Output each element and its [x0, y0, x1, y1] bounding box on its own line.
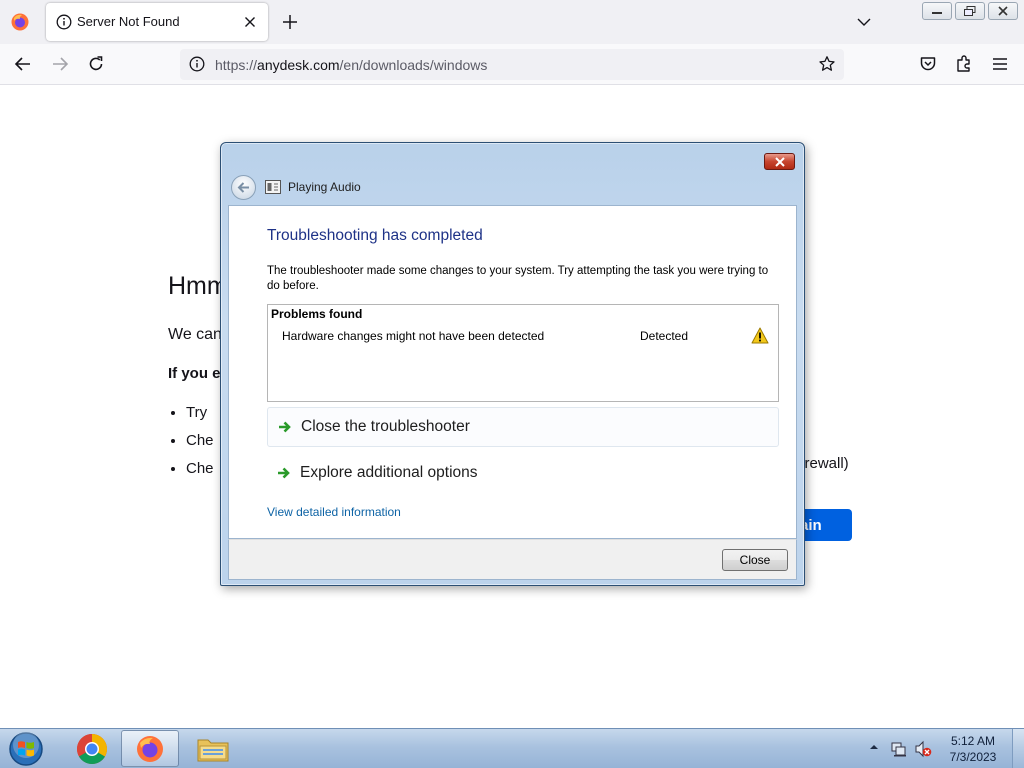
warning-icon: [751, 327, 769, 344]
plus-icon[interactable]: [281, 13, 299, 31]
clock-time: 5:12 AM: [950, 734, 996, 748]
taskbar: 5:12 AM 7/3/2023: [0, 728, 1024, 768]
info-icon[interactable]: [189, 56, 205, 72]
option-label: Explore additional options: [300, 464, 478, 481]
option-label: Close the troubleshooter: [301, 418, 470, 435]
tab-server-not-found[interactable]: Server Not Found: [46, 3, 268, 41]
suggestion-item: Che: [186, 427, 214, 455]
problem-status: Detected: [640, 329, 689, 343]
error-hint: If you e: [168, 365, 221, 382]
close-icon: [998, 6, 1008, 16]
green-arrow-icon: [278, 467, 290, 479]
error-description: We can: [168, 326, 222, 343]
dialog-content: Troubleshooting has completed The troubl…: [228, 205, 797, 539]
dialog-back-button[interactable]: [231, 175, 256, 200]
system-clock[interactable]: 5:12 AM 7/3/2023: [936, 733, 1010, 765]
url-text[interactable]: https://anydesk.com/en/downloads/windows: [215, 57, 487, 73]
url-host: anydesk.com: [257, 57, 340, 73]
hamburger-menu-icon[interactable]: [990, 54, 1010, 74]
window-close-button[interactable]: [988, 2, 1018, 20]
folder-icon: [197, 739, 229, 761]
restore-icon: [964, 6, 976, 16]
taskbar-chrome[interactable]: [63, 730, 121, 767]
taskbar-firefox[interactable]: [121, 730, 179, 767]
url-prefix: https://: [215, 57, 258, 73]
dialog-footer: Close: [228, 539, 797, 580]
tab-title: Server Not Found: [77, 14, 180, 29]
back-arrow-icon[interactable]: [13, 54, 33, 74]
suggestion-item: Che: [186, 455, 214, 483]
chrome-icon: [77, 733, 107, 764]
window-controls: [922, 2, 1018, 20]
close-troubleshooter-option[interactable]: Close the troubleshooter: [267, 407, 779, 447]
dialog-description: The troubleshooter made some changes to …: [267, 265, 769, 292]
close-icon[interactable]: [242, 14, 258, 30]
forward-arrow-icon[interactable]: [50, 54, 70, 74]
suggestion-item: Try: [186, 399, 214, 427]
firefox-icon[interactable]: [10, 12, 30, 32]
dialog-close-button[interactable]: [764, 153, 795, 170]
start-button[interactable]: [4, 730, 48, 768]
speaker-muted-icon[interactable]: [914, 740, 932, 758]
close-icon: [774, 156, 785, 167]
troubleshooter-dialog: Playing Audio Troubleshooting has comple…: [220, 142, 805, 586]
chevron-down-icon[interactable]: [856, 14, 872, 30]
windows-start-icon: [9, 732, 43, 766]
firefox-icon: [137, 735, 163, 762]
star-icon[interactable]: [818, 55, 836, 73]
address-bar[interactable]: https://anydesk.com/en/downloads/windows: [180, 49, 844, 80]
dialog-title: Playing Audio: [288, 180, 361, 194]
clock-date: 7/3/2023: [949, 750, 997, 764]
navigation-toolbar: https://anydesk.com/en/downloads/windows: [0, 44, 1024, 85]
close-button[interactable]: Close: [722, 549, 788, 571]
restore-button[interactable]: [955, 2, 985, 20]
reload-icon[interactable]: [86, 54, 106, 74]
dialog-heading: Troubleshooting has completed: [267, 227, 483, 244]
problems-header: Problems found: [271, 307, 363, 321]
show-hidden-icons-icon[interactable]: [869, 742, 879, 752]
tab-bar: Server Not Found: [0, 0, 1024, 44]
url-path: /en/downloads/windows: [339, 57, 488, 73]
problem-name: Hardware changes might not have been det…: [282, 329, 545, 343]
view-detailed-information-link[interactable]: View detailed information: [267, 505, 401, 519]
explore-options-option[interactable]: Explore additional options: [267, 453, 779, 493]
back-arrow-icon: [237, 182, 249, 193]
taskbar-explorer[interactable]: [184, 730, 242, 767]
show-desktop-button[interactable]: [1012, 729, 1024, 768]
pocket-icon[interactable]: [918, 54, 938, 74]
extensions-icon[interactable]: [954, 54, 974, 74]
suggestion-list: Try Che Che: [186, 399, 214, 483]
minimize-button[interactable]: [922, 2, 952, 20]
minimize-icon: [932, 12, 942, 14]
troubleshooter-icon: [265, 180, 281, 194]
info-icon: [56, 14, 72, 30]
problems-found-box: Problems found Hardware changes might no…: [267, 304, 779, 402]
green-arrow-icon: [279, 421, 291, 433]
network-icon[interactable]: [890, 740, 908, 758]
error-title: Hmm: [168, 272, 228, 300]
